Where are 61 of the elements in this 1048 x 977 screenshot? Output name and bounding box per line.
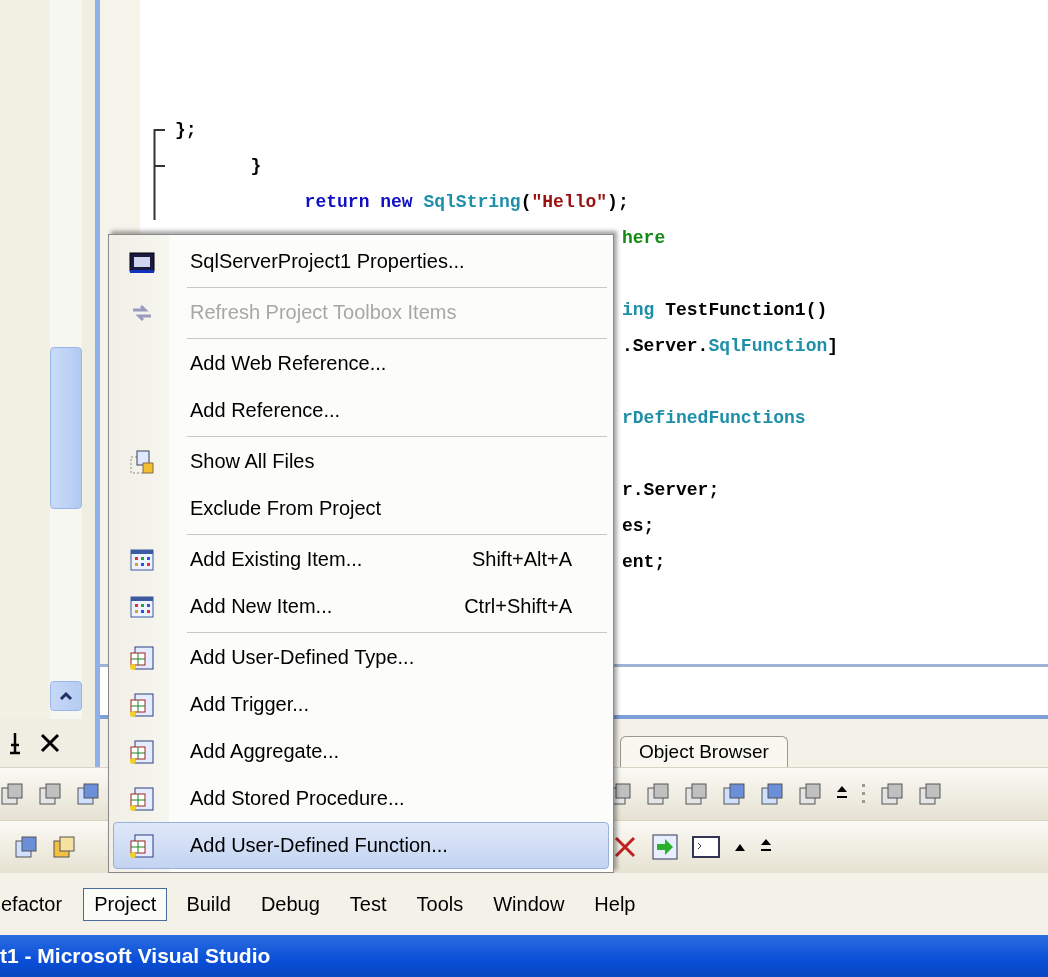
code-line: } (249, 156, 262, 176)
scrollbar[interactable] (50, 0, 82, 719)
triangle-icon[interactable] (734, 842, 746, 852)
menu-item[interactable]: Add New Item... Ctrl+Shift+A (113, 583, 609, 630)
documents-icon[interactable] (722, 782, 746, 806)
documents-icon[interactable] (76, 782, 100, 806)
menu-item[interactable]: Help (583, 887, 647, 921)
grid-document-icon (129, 644, 155, 671)
menu-item[interactable]: Add Trigger... (113, 681, 609, 728)
grid-document-icon (129, 832, 155, 859)
menu-item[interactable]: Tools (405, 887, 475, 921)
menu-item[interactable]: Show All Files (113, 438, 609, 485)
document-tab[interactable]: Object Browser (620, 736, 788, 767)
grid-document-icon (129, 785, 155, 812)
grid-document-icon (129, 691, 155, 718)
menu-item[interactable]: Add User-Defined Type... (113, 634, 609, 681)
menu-item[interactable]: Build (175, 887, 242, 921)
scroll-down-button[interactable] (50, 681, 82, 711)
document-icon[interactable] (798, 782, 822, 806)
menu-item[interactable]: Window (482, 887, 576, 921)
code-line: ent; (622, 552, 666, 572)
document-icon[interactable] (918, 782, 942, 806)
code-line: }; (175, 120, 197, 140)
menu-item[interactable]: SqlServerProject1 Properties... (113, 238, 609, 285)
document-icon[interactable] (880, 782, 904, 806)
document-icon[interactable] (38, 782, 62, 806)
close-icon[interactable] (40, 733, 60, 753)
window-icon[interactable] (692, 836, 720, 858)
code-line: ing TestFunction1() (622, 300, 828, 320)
code-line: r.Server; (622, 480, 720, 500)
code-line: .Server.SqlFunction] (622, 336, 839, 356)
menu-item[interactable]: Debug (249, 887, 331, 921)
document-icon[interactable] (0, 782, 24, 806)
files-icon (129, 448, 155, 475)
documents-icon[interactable] (14, 835, 38, 859)
code-line: return new SqlString("Hello"); (303, 192, 629, 212)
grid-document-icon (129, 738, 155, 765)
folder-icon[interactable] (52, 835, 76, 859)
menu-item[interactable]: Project (83, 887, 168, 921)
window-grid-icon (129, 593, 155, 620)
documents-icon[interactable] (760, 782, 784, 806)
pin-icon[interactable] (8, 731, 22, 755)
menu-item[interactable]: Test (338, 887, 398, 921)
code-line: es; (622, 516, 655, 536)
window-grid-icon (129, 546, 155, 573)
menu-item[interactable]: Add Web Reference... (113, 340, 609, 387)
menu-item[interactable]: Add Existing Item... Shift+Alt+A (113, 536, 609, 583)
grip-icon[interactable] (862, 782, 866, 806)
menu-item[interactable]: efactor (0, 887, 74, 921)
window-title: t1 - Microsoft Visual Studio (0, 944, 271, 968)
document-icon[interactable] (646, 782, 670, 806)
menu-item[interactable]: Add Aggregate... (113, 728, 609, 775)
document-icon[interactable] (684, 782, 708, 806)
scroll-thumb[interactable] (50, 347, 82, 509)
menu-item[interactable]: Add Reference... (113, 387, 609, 434)
code-line: rDefinedFunctions (622, 408, 806, 428)
menu-item[interactable]: Exclude From Project (113, 485, 609, 532)
arrow-right-icon[interactable] (652, 834, 678, 860)
menu-item[interactable]: Add Stored Procedure... (113, 775, 609, 822)
code-line: here (622, 228, 666, 248)
menu-item[interactable]: Add User-Defined Function... (113, 822, 609, 869)
